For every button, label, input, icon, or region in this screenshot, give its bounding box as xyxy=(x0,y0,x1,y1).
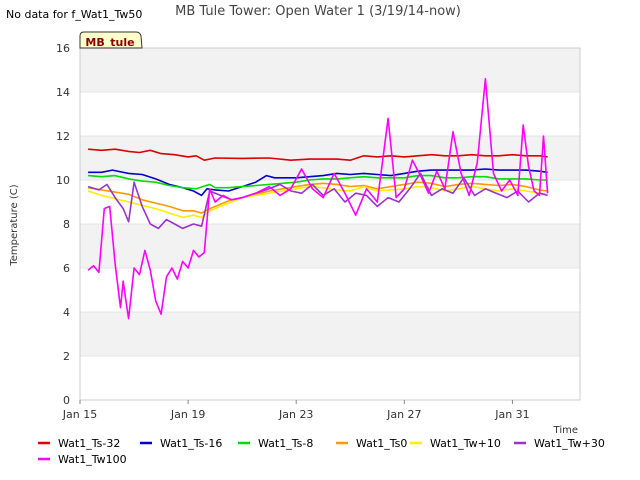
y-axis-ticks: 0 2 4 6 8 10 12 14 16 xyxy=(56,42,70,407)
legend-label: Wat1_Tw+30 xyxy=(534,437,605,450)
series-layer xyxy=(87,78,549,320)
series-line-wat1-tw-10 xyxy=(87,185,548,219)
legend-label: Wat1_Ts0 xyxy=(356,437,407,450)
legend-label: Wat1_Ts-8 xyxy=(258,437,313,450)
y-tick-label: 8 xyxy=(63,218,70,231)
x-tick-label: Jan 27 xyxy=(386,408,421,421)
legend-item: Wat1_Ts-16 xyxy=(140,437,222,450)
y-tick-label: 0 xyxy=(63,394,70,407)
y-tick-label: 2 xyxy=(63,350,70,363)
station-badge: MB_tule xyxy=(79,31,143,49)
y-tick-label: 6 xyxy=(63,262,70,275)
grid-band xyxy=(80,136,580,180)
legend-label: Wat1_Ts-32 xyxy=(58,437,120,450)
legend: Wat1_Ts-32 Wat1_Ts-16 Wat1_Ts-8 Wat1_Ts0 Wat… xyxy=(38,437,605,466)
series-line-wat1-tw-30 xyxy=(87,172,548,230)
chart-title: MB Tule Tower: Open Water 1 (3/19/14-now… xyxy=(175,4,461,19)
no-data-note: No data for f_Wat1_Tw50 xyxy=(6,8,142,21)
legend-item: Wat1_Tw+10 xyxy=(410,437,501,450)
x-tick-label: Jan 23 xyxy=(278,408,313,421)
y-tick-label: 12 xyxy=(56,130,70,143)
x-tick-label: Jan 15 xyxy=(62,408,97,421)
legend-item: Wat1_Ts-32 xyxy=(38,437,120,450)
y-axis-label: Temperature (C) xyxy=(9,184,20,266)
grid-band xyxy=(80,48,580,92)
grid-band xyxy=(80,312,580,356)
y-tick-label: 10 xyxy=(56,174,70,187)
x-axis-label: Time xyxy=(553,425,578,436)
background-bands xyxy=(80,47,580,401)
x-tick-label: Jan 31 xyxy=(494,408,529,421)
x-axis-ticks: Jan 15 Jan 19 Jan 23 Jan 27 Jan 31 xyxy=(62,400,530,421)
series-line-wat1-tw100 xyxy=(87,78,549,320)
legend-item: Wat1_Ts-8 xyxy=(238,437,313,450)
legend-label: Wat1_Ts-16 xyxy=(160,437,222,450)
legend-item: Wat1_Tw+30 xyxy=(514,437,605,450)
y-tick-label: 4 xyxy=(63,306,70,319)
legend-item: Wat1_Tw100 xyxy=(38,453,127,466)
y-tick-label: 16 xyxy=(56,42,70,55)
grid-band xyxy=(80,224,580,268)
legend-item: Wat1_Ts0 xyxy=(336,437,407,450)
x-tick-label: Jan 19 xyxy=(170,408,205,421)
y-tick-label: 14 xyxy=(56,86,70,99)
chart-svg: 0246810121416 Jan 15 Jan 19 Jan 23 Jan 27 Ja… xyxy=(6,4,605,466)
station-badge-label: MB_tule xyxy=(85,36,134,49)
legend-label: Wat1_Tw100 xyxy=(58,453,127,466)
legend-label: Wat1_Tw+10 xyxy=(430,437,501,450)
